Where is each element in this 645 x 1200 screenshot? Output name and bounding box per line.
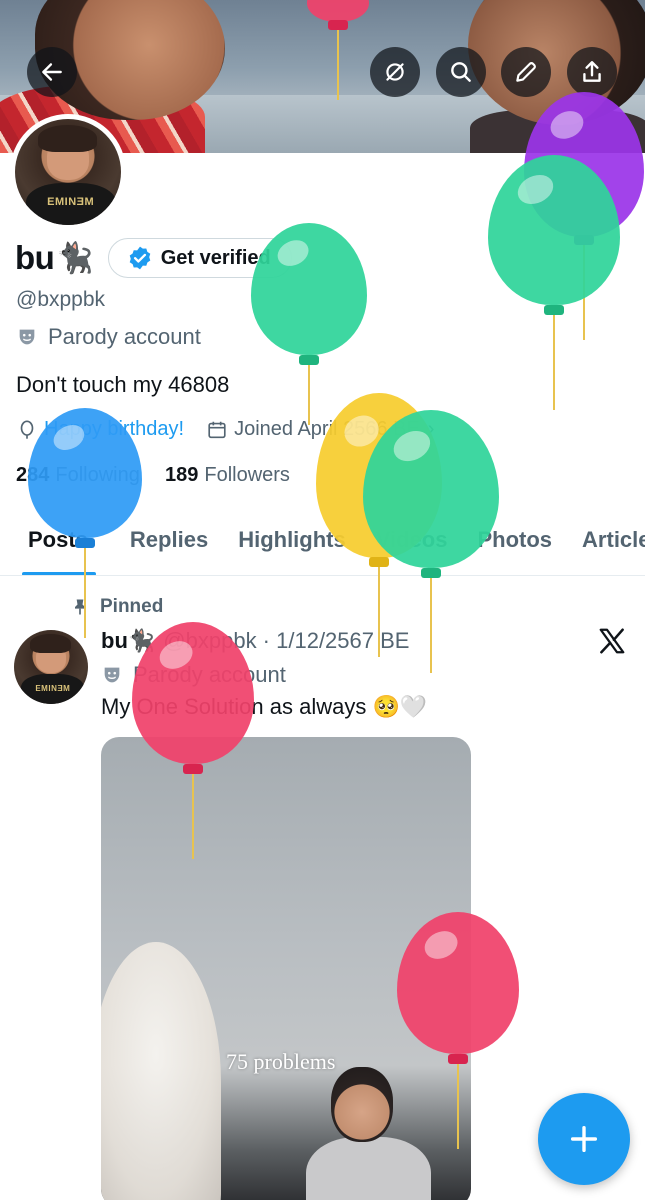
eye-slash-icon [386,63,404,81]
pinned-indicator: Pinned [70,596,163,618]
media-bride-figure [101,942,221,1200]
following-link[interactable]: 284 Following [16,464,140,486]
tab-photos[interactable]: Photos [477,510,552,575]
following-count: 284 [16,464,50,486]
media-subtitle: 75 problems [226,1049,336,1074]
followers-link[interactable]: 189 Followers [165,464,290,486]
parody-label: Parody account [48,324,201,349]
plus-icon [570,1125,598,1153]
post-media[interactable]: 75 problems [101,737,471,1200]
followers-label: Followers [204,464,290,486]
follow-stats: 284 Following 189 Followers [16,464,290,487]
followers-count: 189 [164,464,199,486]
get-verified-label: Get verified [160,246,271,269]
get-verified-button[interactable]: Get verified [107,238,292,278]
incognito-button[interactable] [370,47,420,97]
pin-icon [75,599,85,615]
post-avatar-shirt-text: EMINƎM [35,683,71,693]
theater-mask-icon [19,329,35,345]
tab-posts[interactable]: Posts [22,510,96,575]
avatar-image: EMINƎM [15,119,121,225]
back-button[interactable] [27,47,77,97]
profile-name: bu [15,239,55,276]
post-author-meta: @bxppbk · 1/12/2567 BE [163,628,410,653]
birthday-link[interactable]: Happy birthday! [44,418,184,441]
black-cat-emoji: 🐈‍⬛ [56,241,94,275]
post-author-emoji: 🐈‍⬛ [127,628,156,653]
post-avatar-image: EMINƎM [14,630,88,704]
share-icon [583,61,601,82]
profile-tabs: Posts Replies Highlights Videos Photos A… [0,510,645,576]
media-man-figure [301,1067,431,1200]
post-author-name[interactable]: bu [101,628,128,654]
post-parody-label: Parody account [133,662,286,687]
post-header: bu 🐈‍⬛ @bxppbk · 1/12/2567 BE [101,628,409,654]
calendar-icon [208,421,226,438]
search-icon [451,62,471,82]
profile-avatar[interactable]: EMINƎM [10,114,126,230]
profile-name-row: bu 🐈‍⬛ Get verified [15,238,292,278]
tab-videos[interactable]: Videos [376,510,448,575]
share-button[interactable] [567,47,617,97]
following-label: Following [55,464,140,486]
arrow-left-icon [42,63,62,81]
search-button[interactable] [436,47,486,97]
joined-date: Joined April 2566 BE [234,418,420,440]
post-text: My One Solution as always 🥺🤍 [101,694,428,719]
profile-bio: Don't touch my 46808 [16,372,230,397]
profile-handle: @bxppbk [16,288,106,311]
post-parody-row: Parody account [101,662,286,688]
balloon-icon [20,419,34,439]
tab-highlights[interactable]: Highlights [238,510,346,575]
post-avatar[interactable]: EMINƎM [14,630,88,704]
avatar-shirt-text: EMINƎM [47,195,95,208]
profile-meta-row: Happy birthday! Joined April 2566 BE › [16,418,434,441]
chevron-right-icon[interactable]: › [428,418,435,441]
compose-post-button[interactable] [538,1093,630,1185]
parody-label-row: Parody account [16,324,201,350]
tab-replies[interactable]: Replies [130,510,208,575]
balloon-green-right [488,155,620,410]
edit-button[interactable] [501,47,551,97]
pinned-label: Pinned [100,596,164,617]
verified-badge-icon [129,246,150,270]
theater-mask-icon [104,667,120,683]
pencil-icon [516,62,536,82]
x-logo-icon[interactable] [597,626,627,656]
tab-articles[interactable]: Articles [582,510,645,575]
